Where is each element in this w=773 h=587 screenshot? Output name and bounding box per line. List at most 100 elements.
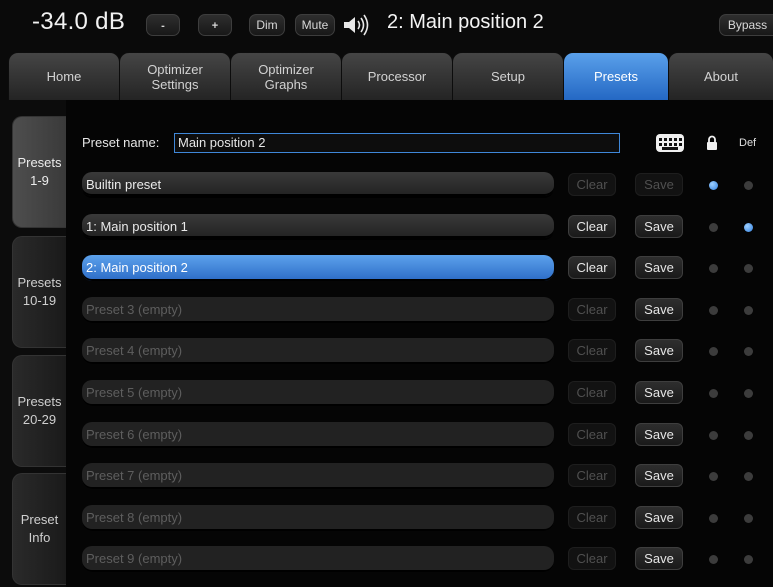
tab-label: Processor	[367, 69, 427, 84]
preset-name-input[interactable]: Main position 2	[174, 133, 620, 153]
default-indicator[interactable]	[744, 430, 753, 440]
tab-home[interactable]: Home	[8, 52, 120, 100]
preset-row: Builtin preset Clear Save	[66, 172, 773, 198]
lock-icon	[707, 135, 717, 150]
side-tab-preset-info[interactable]: Preset Info	[12, 473, 66, 585]
lock-indicator[interactable]	[709, 513, 718, 523]
volume-up-button[interactable]: +	[198, 14, 232, 36]
clear-button[interactable]: Clear	[568, 297, 616, 321]
save-button[interactable]: Save	[635, 339, 683, 363]
tab-label: Optimizer Settings	[147, 61, 203, 92]
lock-indicator[interactable]	[709, 347, 718, 357]
save-button[interactable]: Save	[635, 214, 683, 238]
default-indicator[interactable]	[744, 472, 753, 482]
tab-optimizer-settings[interactable]: Optimizer Settings	[119, 52, 231, 100]
save-button[interactable]: Save	[635, 381, 683, 404]
preset-name-field[interactable]: 1: Main position 1	[82, 213, 554, 240]
preset-row: Preset 6 (empty) Clear Save	[66, 421, 773, 448]
top-status-bar: -34.0 dB - + Dim Mute 2: Main position 2…	[0, 0, 773, 48]
default-indicator[interactable]	[744, 513, 753, 523]
preset-name-field[interactable]: Preset 7 (empty)	[82, 463, 554, 490]
lock-indicator[interactable]	[709, 181, 718, 190]
lock-indicator[interactable]	[709, 305, 718, 315]
preset-name-field[interactable]: Builtin preset	[82, 172, 554, 198]
clear-button[interactable]: Clear	[568, 173, 616, 196]
tab-optimizer-graphs[interactable]: Optimizer Graphs	[230, 52, 342, 100]
save-button[interactable]: Save	[635, 464, 683, 488]
lock-indicator[interactable]	[709, 389, 718, 398]
clear-button[interactable]: Clear	[568, 256, 616, 280]
app-window: -34.0 dB - + Dim Mute 2: Main position 2…	[0, 0, 773, 587]
lock-indicator[interactable]	[709, 555, 718, 565]
preset-row: 2: Main position 2 Clear Save	[66, 255, 773, 282]
side-tab-label: Presets 20-29	[17, 394, 62, 427]
default-indicator[interactable]	[744, 181, 753, 190]
dim-button[interactable]: Dim	[249, 14, 285, 36]
mute-button[interactable]: Mute	[295, 14, 335, 36]
lock-indicator[interactable]	[709, 472, 718, 482]
tab-label: Setup	[491, 69, 525, 84]
tab-label: Presets	[593, 69, 639, 84]
save-button[interactable]: Save	[635, 256, 683, 280]
default-indicator[interactable]	[744, 305, 753, 315]
tab-processor[interactable]: Processor	[341, 52, 453, 100]
tab-label: Home	[46, 69, 82, 84]
save-button[interactable]: Save	[635, 173, 683, 196]
default-indicator[interactable]	[744, 222, 753, 232]
preset-name-field[interactable]: Preset 6 (empty)	[82, 421, 554, 448]
clear-button[interactable]: Clear	[568, 547, 616, 571]
default-indicator[interactable]	[744, 555, 753, 565]
side-tab-label: Preset Info	[20, 512, 59, 545]
save-button[interactable]: Save	[635, 505, 683, 529]
tab-label: Optimizer Graphs	[258, 61, 314, 92]
save-button[interactable]: Save	[635, 297, 683, 321]
default-column-header: Def	[739, 137, 757, 149]
preset-row: Preset 8 (empty) Clear Save	[66, 504, 773, 531]
volume-down-label: -	[161, 20, 165, 32]
preset-name-field[interactable]: 2: Main position 2	[82, 255, 554, 282]
presets-panel: Preset name: Main position 2 Def Builtin…	[66, 100, 773, 587]
side-tab-presets-20-29[interactable]: Presets 20-29	[12, 355, 66, 467]
speaker-icon	[344, 14, 369, 36]
preset-name-field[interactable]: Preset 5 (empty)	[82, 380, 554, 406]
default-indicator[interactable]	[744, 264, 753, 274]
keyboard-icon[interactable]	[655, 132, 685, 154]
preset-name-field[interactable]: Preset 8 (empty)	[82, 504, 554, 531]
side-tab-presets-10-19[interactable]: Presets 10-19	[12, 236, 66, 348]
clear-button[interactable]: Clear	[568, 464, 616, 488]
preset-group-sidebar: Presets 1-9 Presets 10-19 Presets 20-29 …	[0, 100, 66, 587]
clear-button[interactable]: Clear	[568, 214, 616, 238]
tab-about[interactable]: About	[668, 52, 773, 100]
bypass-button[interactable]: Bypass	[719, 14, 773, 36]
current-preset-title: 2: Main position 2	[387, 11, 544, 33]
clear-button[interactable]: Clear	[568, 505, 616, 529]
default-indicator[interactable]	[744, 347, 753, 357]
volume-up-label: +	[211, 20, 219, 32]
preset-row: 1: Main position 1 Clear Save	[66, 213, 773, 240]
preset-row: Preset 4 (empty) Clear Save	[66, 338, 773, 365]
tab-presets[interactable]: Presets	[563, 52, 669, 100]
clear-button[interactable]: Clear	[568, 339, 616, 363]
preset-name-field[interactable]: Preset 3 (empty)	[82, 296, 554, 323]
preset-row: Preset 9 (empty) Clear Save	[66, 546, 773, 573]
side-tab-label: Presets 1-9	[17, 155, 62, 188]
save-button[interactable]: Save	[635, 547, 683, 571]
preset-name-label: Preset name:	[82, 135, 160, 150]
preset-row: Preset 3 (empty) Clear Save	[66, 296, 773, 323]
preset-row: Preset 5 (empty) Clear Save	[66, 380, 773, 406]
tab-setup[interactable]: Setup	[452, 52, 564, 100]
preset-row: Preset 7 (empty) Clear Save	[66, 463, 773, 490]
side-tab-label: Presets 10-19	[17, 275, 62, 308]
clear-button[interactable]: Clear	[568, 381, 616, 404]
preset-name-field[interactable]: Preset 9 (empty)	[82, 546, 554, 573]
lock-indicator[interactable]	[709, 222, 718, 232]
default-indicator[interactable]	[744, 389, 753, 398]
side-tab-presets-1-9[interactable]: Presets 1-9	[12, 116, 66, 228]
lock-indicator[interactable]	[709, 430, 718, 440]
lock-indicator[interactable]	[709, 264, 718, 274]
save-button[interactable]: Save	[635, 422, 683, 446]
volume-down-button[interactable]: -	[146, 14, 180, 36]
tab-label: About	[704, 69, 738, 84]
clear-button[interactable]: Clear	[568, 422, 616, 446]
preset-name-field[interactable]: Preset 4 (empty)	[82, 338, 554, 365]
